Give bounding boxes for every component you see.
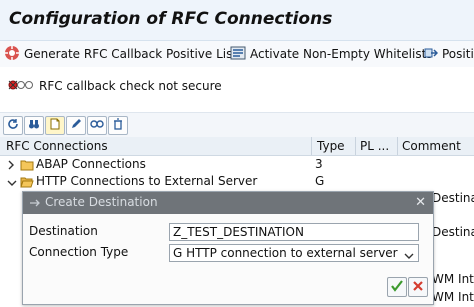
positive-list-button[interactable]: Positiv bbox=[424, 45, 474, 63]
cancel-button[interactable] bbox=[408, 277, 428, 297]
traffic-light-icon bbox=[8, 79, 34, 94]
dialog-icon bbox=[29, 197, 41, 211]
arrow-right-icon bbox=[424, 46, 439, 63]
rfc-callback-status: RFC callback check not secure bbox=[8, 78, 222, 94]
comment-cell: Destinat bbox=[432, 191, 474, 205]
comment-cell: WM Inte bbox=[432, 290, 474, 304]
find-button[interactable] bbox=[24, 116, 44, 135]
connection-type-select[interactable]: G HTTP connection to external server bbox=[169, 244, 419, 262]
status-text: RFC callback check not secure bbox=[39, 79, 222, 93]
tree-row[interactable]: ABAP Connections 3 bbox=[0, 157, 474, 173]
connection-type-label: Connection Type bbox=[29, 245, 129, 259]
column-header-type[interactable]: Type bbox=[317, 139, 345, 153]
tree-row-label: HTTP Connections to External Server bbox=[36, 174, 258, 188]
comment-cell: Destinat bbox=[432, 225, 474, 239]
folder-closed-icon bbox=[20, 159, 34, 174]
column-divider bbox=[311, 137, 312, 155]
connection-type-value: G HTTP connection to external server bbox=[173, 246, 398, 260]
column-header-pl[interactable]: PL ... bbox=[360, 139, 389, 153]
tree-row[interactable]: HTTP Connections to External Server G bbox=[0, 174, 474, 190]
tree-table-header: RFC Connections Type PL ... Comment bbox=[0, 137, 474, 156]
dialog-title-bar[interactable]: Create Destination ✕ bbox=[23, 192, 433, 214]
comment-cell: WM Inte bbox=[432, 272, 474, 286]
trash-icon bbox=[112, 118, 124, 133]
cancel-icon bbox=[412, 280, 424, 295]
expand-arrow-icon[interactable] bbox=[7, 159, 15, 173]
tree-row-label: ABAP Connections bbox=[36, 157, 146, 171]
create-button[interactable] bbox=[45, 116, 65, 135]
delete-button[interactable] bbox=[108, 116, 128, 135]
column-divider bbox=[355, 137, 356, 155]
folder-open-icon bbox=[20, 176, 34, 191]
chevron-down-icon bbox=[404, 248, 414, 264]
checkmark-icon bbox=[390, 279, 404, 296]
column-header-comment[interactable]: Comment bbox=[402, 139, 461, 153]
activate-whitelists-button[interactable]: Activate Non-Empty Whitelists bbox=[230, 45, 433, 63]
destination-input[interactable]: Z_TEST_DESTINATION bbox=[169, 223, 419, 241]
page-title: Configuration of RFC Connections bbox=[9, 9, 333, 29]
refresh-button[interactable] bbox=[3, 116, 23, 135]
dialog-title: Create Destination bbox=[45, 195, 158, 209]
activate-whitelists-label: Activate Non-Empty Whitelists bbox=[250, 47, 433, 61]
refresh-icon bbox=[7, 118, 19, 133]
edit-button[interactable] bbox=[66, 116, 86, 135]
collapse-arrow-icon[interactable] bbox=[7, 176, 17, 190]
generate-callback-positive-lists-label: Generate RFC Callback Positive Lists bbox=[24, 47, 244, 61]
title-bar: Configuration of RFC Connections bbox=[0, 0, 474, 41]
pencil-icon bbox=[70, 118, 82, 133]
confirm-button[interactable] bbox=[387, 277, 407, 297]
new-document-icon bbox=[49, 118, 61, 133]
application-toolbar: Generate RFC Callback Positive Lists Act… bbox=[0, 41, 474, 67]
create-destination-dialog: Create Destination ✕ Destination Z_TEST_… bbox=[22, 191, 434, 305]
generate-callback-positive-lists-button[interactable]: Generate RFC Callback Positive Lists bbox=[4, 45, 243, 63]
tree-toolbar bbox=[0, 112, 474, 138]
tree-row-type: 3 bbox=[315, 157, 323, 171]
column-divider bbox=[397, 137, 398, 155]
list-settings-icon bbox=[230, 45, 246, 64]
copy-button[interactable] bbox=[87, 116, 107, 135]
copy-icon bbox=[90, 118, 104, 133]
positive-list-label: Positiv bbox=[442, 47, 474, 61]
dialog-close-icon[interactable]: ✕ bbox=[415, 195, 426, 210]
gear-generate-icon bbox=[4, 45, 20, 64]
column-header-rfc-connections[interactable]: RFC Connections bbox=[6, 139, 108, 153]
tree-row-type: G bbox=[315, 174, 325, 188]
destination-label: Destination bbox=[29, 224, 98, 238]
binoculars-icon bbox=[28, 118, 40, 133]
